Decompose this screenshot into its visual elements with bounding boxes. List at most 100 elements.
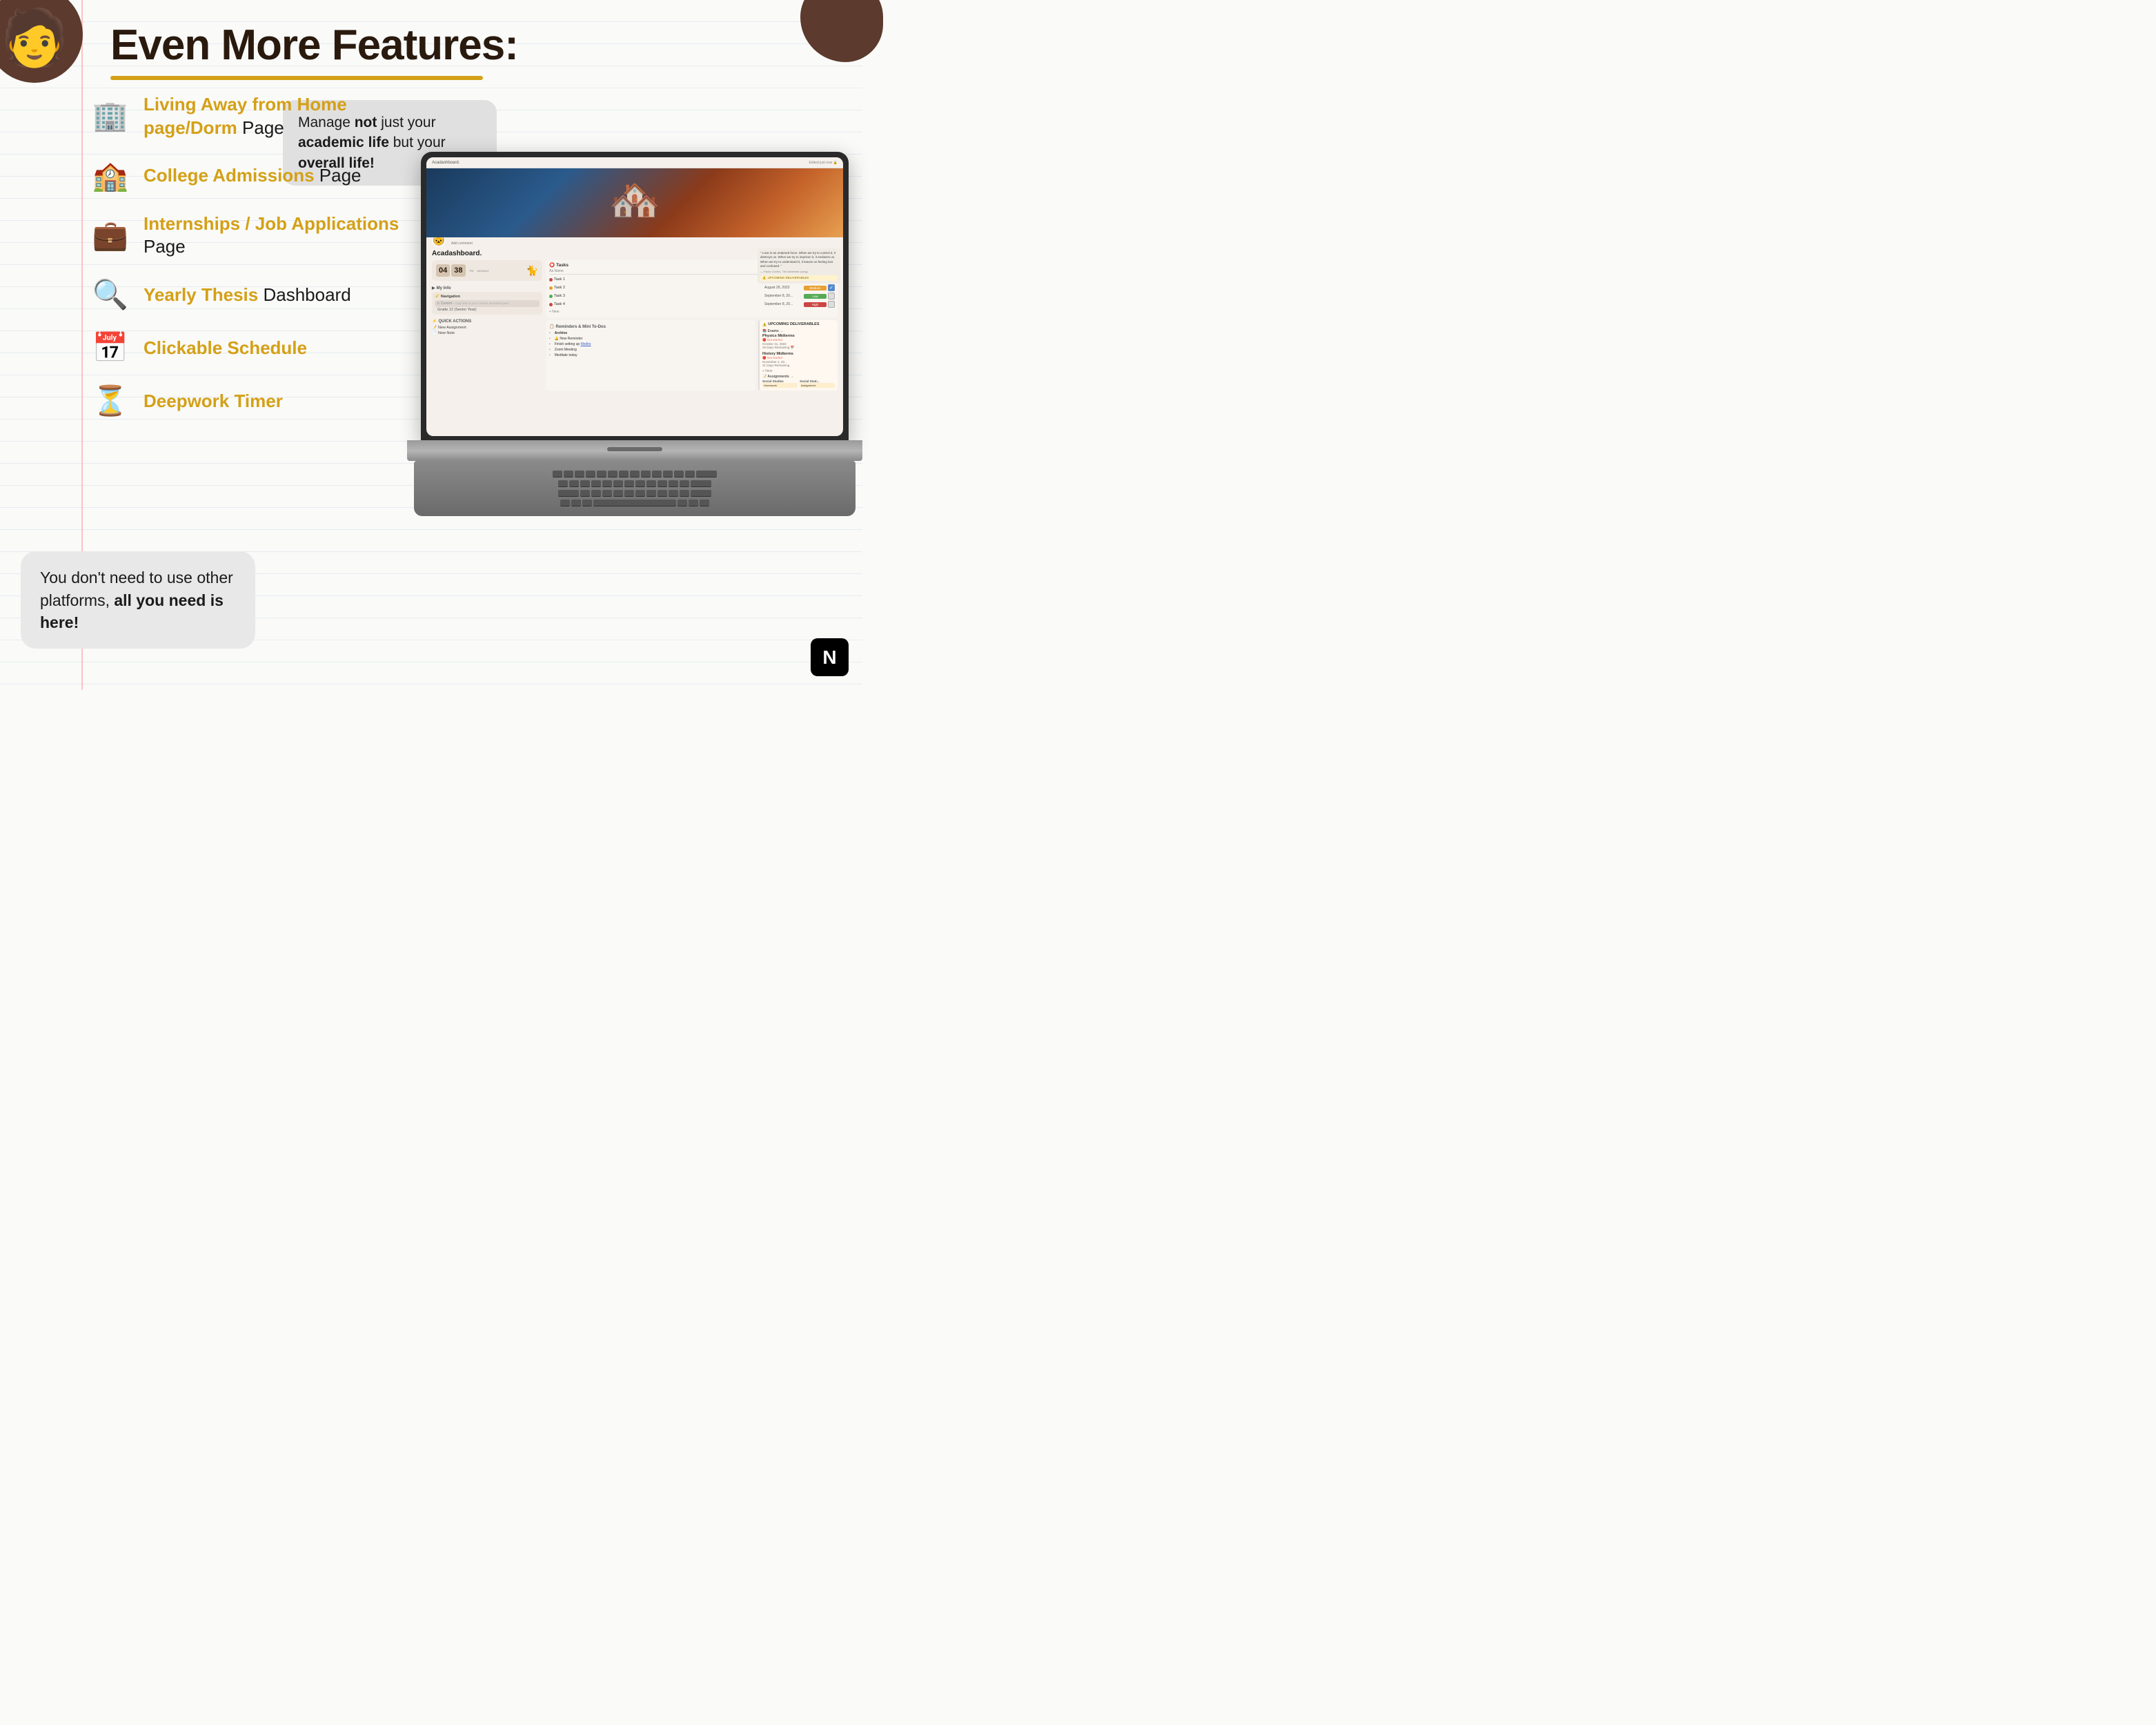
exams-category: 📚 Exams → (762, 329, 835, 333)
screen-bottom-row: 📋 Reminders & Mini To-Dos Archive 🔔 New … (546, 320, 838, 391)
dorm-icon: 🏢 (90, 99, 131, 133)
key (624, 490, 634, 497)
key (558, 490, 579, 497)
key (652, 471, 662, 477)
navigation-title: 🧭 Navigation (435, 295, 540, 299)
key (663, 471, 673, 477)
laptop-screen-inner: Acadashboard. Edited just now 🔒 🐱 Add co… (426, 157, 843, 436)
current-label: ⊙ Current · (437, 302, 455, 306)
laptop-keyboard (414, 461, 856, 516)
add-new-exam[interactable]: + New (762, 369, 835, 373)
zoom-text: Zoom Meeting (555, 348, 577, 352)
table-row: Task 4 September 8, 20... High (549, 300, 835, 308)
feature-text-thesis: Yearly Thesis Dashboard (144, 284, 351, 307)
page-container: 🧑 Even More Features: Manage not just yo… (0, 0, 862, 690)
key (635, 480, 645, 487)
screen-header-img (426, 168, 843, 237)
upcoming-title: UPCOMING DELIVERABLES (768, 322, 819, 326)
key (591, 490, 601, 497)
task-check-4[interactable] (828, 301, 835, 308)
assign-col-2: Social Stud... Assignment (800, 379, 835, 388)
action-new-assignment[interactable]: 📝 New Assignment (432, 325, 542, 331)
key (674, 471, 684, 477)
add-comment-text: Add comment (451, 241, 473, 246)
grade-text: Grade 12 (Senior Year) (435, 308, 540, 312)
key (580, 480, 590, 487)
task-deadline-3: September 8, 20... (764, 294, 802, 298)
key (580, 490, 590, 497)
upcoming-section: ⚠️ UPCOMING DELIVERABLES 📚 Exams → Physi… (758, 320, 838, 391)
key (586, 471, 595, 477)
key (560, 500, 570, 506)
quick-actions: ⚡ QUICK ACTIONS 📝 New Assignment 📄 New N (432, 317, 542, 336)
task-deadline-4: September 8, 20... (764, 302, 802, 306)
clock-widget: 04 38 PM MONDAY 🐈 (432, 260, 542, 281)
feature-highlight-dorm: Living Away from Home page/Dorm (144, 94, 347, 138)
quick-actions-title: ⚡ QUICK ACTIONS (432, 317, 542, 325)
key (646, 480, 656, 487)
key (564, 471, 573, 477)
list-item: Archive (549, 331, 753, 336)
feature-text-deepwork: Deepwork Timer (144, 390, 283, 413)
task-priority-4: High (804, 302, 827, 307)
screen-left-col: 04 38 PM MONDAY 🐈 ▶ My Info (432, 260, 542, 391)
thesis-icon: 🔍 (90, 278, 131, 312)
bottom-bubble-text: You don't need to use other platforms, a… (40, 569, 233, 631)
key (608, 471, 617, 477)
keyboard-row-2 (558, 480, 711, 487)
key (657, 490, 667, 497)
quote-text: " Love is an untamed force. When we try … (760, 251, 838, 268)
deepwork-icon: ⏳ (90, 384, 131, 418)
task-name-3: Task 3 (554, 294, 565, 298)
quote-panel: " Love is an untamed force. When we try … (758, 248, 840, 284)
page-title: Even More Features: (110, 21, 518, 70)
key (569, 480, 579, 487)
clock-monday: MONDAY (477, 269, 489, 273)
key (696, 471, 717, 477)
quote-author: — Paulo Coelho, The Alchemist (song) (760, 270, 838, 274)
current-info: ⊙ Current · copy link to your current se… (435, 300, 540, 307)
key (646, 490, 656, 497)
assignments-category: 📝 Assignments → (762, 375, 835, 379)
spacebar-key (593, 500, 676, 506)
clock-min: 38 (451, 264, 465, 277)
assign-type-2: Assignment (800, 383, 835, 388)
clock-time: 04 38 (436, 264, 466, 277)
keyboard-row-space (560, 500, 709, 506)
list-item: Zoom Meeting (549, 347, 753, 353)
blob-top-right (800, 0, 883, 62)
action-text-2: New Note (438, 331, 455, 335)
task-check-2[interactable]: ✓ (828, 284, 835, 291)
screen-nav-text: Acadashboard. (432, 161, 459, 165)
table-row: Task 2 August 29, 2023 Medium ✓ (549, 284, 835, 292)
key (619, 471, 629, 477)
feature-text-internship: Internships / Job Applications Page (144, 213, 414, 259)
feature-item-college: 🏫 College Admissions Page (90, 159, 414, 193)
bottom-bubble: You don't need to use other platforms, a… (21, 551, 255, 649)
key (680, 480, 689, 487)
key (571, 500, 581, 506)
arrow-icon: ▶ (432, 286, 435, 290)
college-icon: 🏫 (90, 159, 131, 193)
add-new-task[interactable]: + New (549, 308, 835, 315)
feature-text-dorm: Living Away from Home page/Dorm Page (144, 93, 414, 140)
task-check-3[interactable] (828, 293, 835, 299)
finish-setting-text: Finish setting up Medito (555, 342, 591, 346)
feature-item-thesis: 🔍 Yearly Thesis Dashboard (90, 278, 414, 312)
task-name-1: Task 1 (554, 277, 565, 282)
feature-highlight-schedule: Clickable Schedule (144, 337, 307, 358)
avatar-emoji: 🧑 (0, 10, 69, 66)
feature-item-schedule: 📅 Clickable Schedule (90, 331, 414, 365)
notion-logo-letter: N (822, 647, 836, 669)
laptop-base (407, 440, 862, 461)
key (613, 490, 623, 497)
task-name-2: Task 2 (554, 286, 565, 290)
task-name-4: Task 4 (554, 302, 565, 306)
upcoming-header: ⚠️ UPCOMING DELIVERABLES (762, 322, 835, 328)
clock-hour: 04 (436, 264, 450, 277)
action-new-note[interactable]: 📄 New Note (432, 331, 542, 336)
feature-text-college: College Admissions Page (144, 164, 362, 188)
feature-highlight-college: College Admissions (144, 165, 315, 186)
col-name-header: Aa Name (549, 269, 760, 273)
screen-content: Acadashboard. Edited just now 🔒 🐱 Add co… (426, 157, 843, 436)
